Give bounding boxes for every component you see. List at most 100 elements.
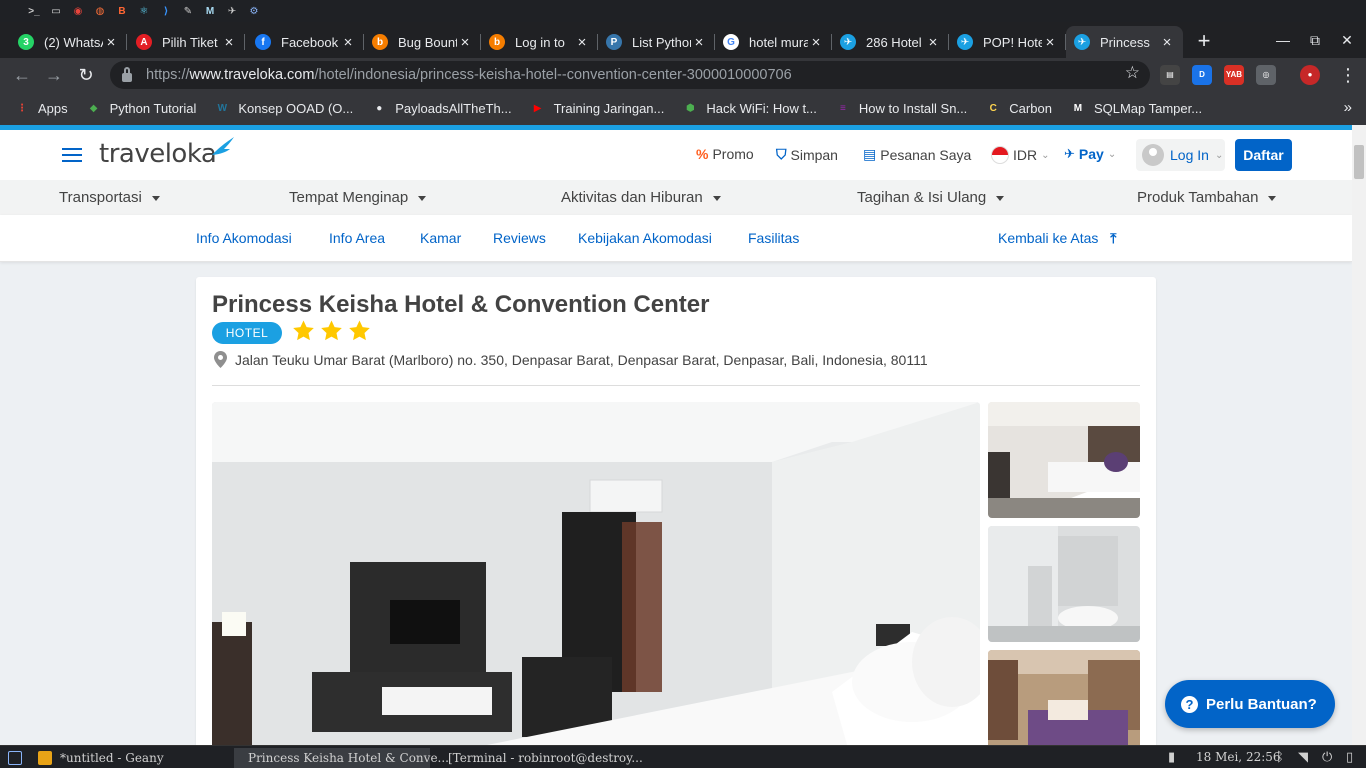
category-menu-tagihan-isi-ulang[interactable]: Tagihan & Isi Ulang — [857, 189, 1005, 206]
battery-icon[interactable]: ▯ — [1346, 749, 1353, 765]
browser-tab[interactable]: ✈ POP! Hotel × — [949, 26, 1066, 58]
extension-icon-2[interactable]: D — [1192, 65, 1212, 85]
bookmark-item[interactable]: ⋮ Apps — [14, 101, 68, 117]
tab-close-icon[interactable]: × — [691, 34, 707, 51]
clipboard-icon[interactable]: ▮ — [1168, 749, 1175, 765]
taskbar-window-item[interactable]: [Terminal - robinroot@destroy... — [434, 748, 643, 768]
browser-tab[interactable]: Ghotel murah× — [715, 26, 832, 58]
back-to-top-link[interactable]: Kembali ke Atas ⤒ — [998, 230, 1116, 247]
url-text: https://www.traveloka.com/hotel/indonesi… — [146, 67, 792, 83]
github-icon: ● — [376, 103, 383, 114]
simpan-link[interactable]: ⛉ Simpan — [776, 146, 838, 163]
bookmark-item[interactable]: C Carbon — [985, 101, 1052, 117]
tab-close-icon[interactable]: × — [457, 34, 473, 51]
extension-icon-3[interactable]: YAB — [1224, 65, 1244, 85]
extension-icon-1[interactable]: ▤ — [1160, 65, 1180, 85]
browser-tab[interactable]: A Pilih Tiket × — [128, 26, 245, 58]
restore-button[interactable]: ⧉ — [1300, 28, 1330, 52]
chrome-menu-icon[interactable]: ⋮ — [1336, 63, 1360, 87]
browser-tab[interactable]: b Bug Bounty× — [364, 26, 481, 58]
category-menu-transportasi[interactable]: Transportasi — [59, 189, 160, 206]
currency-selector[interactable]: IDR ⌄ — [991, 146, 1050, 164]
bookmark-item[interactable]: M SQLMap Tamper... — [1070, 101, 1202, 117]
more-bookmarks-icon[interactable]: » — [1344, 99, 1352, 116]
bluetooth-icon[interactable]: ᛒ — [1276, 749, 1284, 764]
taskbar-window-item[interactable]: Princess Keisha Hotel & Conve... — [234, 748, 449, 768]
pay-menu[interactable]: ✈ Pay ⌄ — [1064, 146, 1116, 162]
promo-link[interactable]: % Promo — [696, 146, 754, 162]
register-button[interactable]: Daftar — [1235, 139, 1292, 171]
clock[interactable]: 18 Mei, 22:56 — [1196, 750, 1281, 764]
terminal-icon[interactable]: >_ — [26, 3, 42, 19]
thumbnail-photo-suite[interactable] — [988, 650, 1140, 745]
new-tab-button[interactable]: + — [1192, 30, 1216, 54]
extension-icon-4[interactable]: ◎ — [1256, 65, 1276, 85]
profile-avatar[interactable]: ● — [1300, 65, 1320, 85]
address-text: Jalan Teuku Umar Barat (Marlboro) no. 35… — [235, 351, 928, 368]
mendeley-icon[interactable]: M — [202, 3, 218, 19]
browser-tab[interactable]: f Facebook × — [247, 26, 364, 58]
page-scrollbar[interactable] — [1352, 125, 1366, 745]
bookmark-item[interactable]: ≡ How to Install Sn... — [835, 101, 967, 117]
tab-close-icon[interactable]: × — [340, 34, 356, 51]
forward-button[interactable]: → — [42, 63, 66, 87]
bookmark-item[interactable]: ▶ Training Jaringan... — [530, 101, 665, 117]
hamburger-menu-icon[interactable] — [62, 148, 82, 162]
browser-tab[interactable]: b Log in to × — [481, 26, 598, 58]
editor-icon[interactable]: ✎ — [180, 3, 196, 19]
back-button[interactable]: ← — [10, 63, 34, 87]
bookmark-label: SQLMap Tamper... — [1093, 101, 1203, 116]
browser-tab[interactable]: ✈ 286 Hotel × — [832, 26, 949, 58]
firefox-icon[interactable]: ◍ — [92, 3, 108, 19]
category-menu-aktivitas-dan-hiburan[interactable]: Aktivitas dan Hiburan — [561, 189, 721, 206]
chrome-icon[interactable]: ◉ — [70, 3, 86, 19]
burp-icon[interactable]: B — [114, 3, 130, 19]
section-link-info-akomodasi[interactable]: Info Akomodasi — [196, 230, 292, 246]
browser-tab[interactable]: ✈ Princess × — [1066, 26, 1183, 58]
reload-button[interactable]: ↻ — [74, 63, 98, 87]
react-icon[interactable]: ⚛ — [136, 3, 152, 19]
browser-tab[interactable]: P List Python × — [598, 26, 715, 58]
help-button[interactable]: ? Perlu Bantuan? — [1165, 680, 1335, 728]
tab-close-icon[interactable]: × — [1159, 34, 1175, 51]
section-link-reviews[interactable]: Reviews — [493, 230, 546, 246]
thumbnail-photo-bathroom[interactable] — [988, 526, 1140, 642]
power-icon[interactable]: ⏻ — [1322, 749, 1332, 765]
main-hotel-photo[interactable] — [212, 402, 980, 745]
tab-close-icon[interactable]: × — [221, 34, 237, 51]
bookmark-item[interactable]: ◆ Python Tutorial — [86, 101, 197, 117]
vscode-icon[interactable]: ⟩ — [158, 3, 174, 19]
bookmark-star-icon[interactable]: ☆ — [1125, 63, 1140, 83]
bookmark-item[interactable]: ● PayloadsAllTheTh... — [371, 101, 511, 117]
address-bar[interactable]: https://www.traveloka.com/hotel/indonesi… — [110, 61, 1150, 89]
section-link-kebijakan-akomodasi[interactable]: Kebijakan Akomodasi — [578, 230, 712, 246]
tab-close-icon[interactable]: × — [1042, 34, 1058, 51]
scrollbar-thumb[interactable] — [1354, 145, 1364, 179]
files-icon[interactable]: ▭ — [48, 3, 64, 19]
bookmark-item[interactable]: W Konsep OOAD (O... — [214, 101, 354, 117]
login-button[interactable]: Log In ⌄ — [1136, 139, 1225, 171]
traveloka-logo[interactable]: traveloka — [99, 139, 217, 169]
close-window-button[interactable]: ✕ — [1332, 28, 1362, 52]
category-menu-tempat-menginap[interactable]: Tempat Menginap — [289, 189, 427, 206]
category-menu-produk-tambahan[interactable]: Produk Tambahan — [1137, 189, 1277, 206]
tab-close-icon[interactable]: × — [808, 34, 824, 51]
wifi-icon[interactable]: ◥ — [1298, 749, 1308, 765]
show-desktop-button[interactable] — [2, 748, 28, 768]
tab-close-icon[interactable]: × — [103, 34, 119, 51]
os-launcher-bar: >_ ▭ ◉ ◍ B ⚛ ⟩ ✎ M ✈ ⚙ — [0, 0, 1366, 22]
settings-icon[interactable]: ⚙ — [246, 3, 262, 19]
tab-close-icon[interactable]: × — [574, 34, 590, 51]
tab-close-icon[interactable]: × — [925, 34, 941, 51]
taskbar-window-item[interactable]: *untitled - Geany — [32, 748, 222, 768]
section-link-kamar[interactable]: Kamar — [420, 230, 461, 246]
section-link-info-area[interactable]: Info Area — [329, 230, 385, 246]
pesanan-link[interactable]: ▤ Pesanan Saya — [863, 146, 971, 163]
promo-label: Promo — [712, 146, 754, 162]
network-tool-icon[interactable]: ✈ — [224, 3, 240, 19]
browser-tab[interactable]: 3 (2) WhatsApp× — [10, 26, 127, 58]
section-link-fasilitas[interactable]: Fasilitas — [748, 230, 799, 246]
thumbnail-photo-bedroom[interactable] — [988, 402, 1140, 518]
bookmark-item[interactable]: ⬢ Hack WiFi: How t... — [682, 101, 817, 117]
minimize-button[interactable]: — — [1268, 28, 1298, 52]
